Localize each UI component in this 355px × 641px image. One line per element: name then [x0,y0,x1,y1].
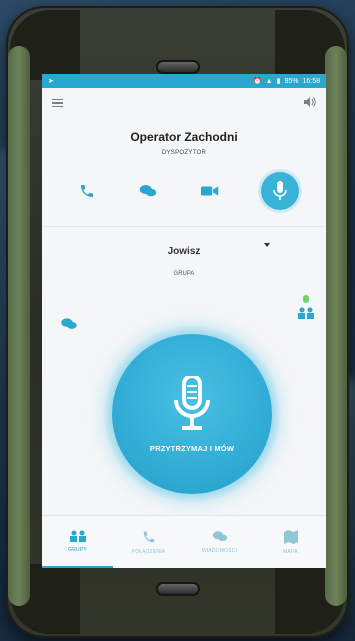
microphone-icon [174,375,210,430]
phone-icon[interactable] [77,181,97,201]
battery-icon: ▮ [276,78,281,85]
bluetooth-icon [303,295,309,303]
group-chat-icon[interactable] [60,317,78,336]
tab-messages[interactable]: WIADOMOŚCI [184,516,255,568]
contact-actions [42,172,326,210]
chat-icon [212,531,227,542]
earpiece-speaker [157,62,198,72]
app-bar [42,88,326,118]
group-dropdown[interactable]: Jowisz [42,241,326,259]
microphone-button[interactable] [261,172,300,210]
tab-label: GRUPY [68,546,87,553]
battery-level: 95% [284,77,299,85]
divider [42,226,326,227]
push-to-talk-button[interactable]: PRZYTRZYMAJ I MÓW [112,334,272,494]
menu-icon[interactable] [52,97,63,110]
chat-icon[interactable] [138,181,158,201]
contact-role: DYSPOZYTOR [161,150,207,156]
status-bar: ➤ ⏰ ▲ ▮ 95% 16:58 [42,74,326,88]
contact-header: Operator Zachodni DYSPOZYTOR [42,130,326,156]
microphone-icon [273,181,288,200]
tab-groups[interactable]: GRUPY [42,516,113,568]
group-icon [69,530,86,542]
tab-map[interactable]: MAPA [255,516,326,568]
phone-bumper-left [8,46,30,606]
phone-icon [143,531,154,542]
contact-name: Operator Zachodni [130,130,238,144]
signal-icon: ▲ [265,77,273,85]
bottom-speaker [157,584,198,594]
group-members-icon[interactable] [298,295,314,324]
clock: 16:58 [302,77,320,85]
tab-label: WIADOMOŚCI [201,548,238,554]
group-label: GRUPA [173,271,195,277]
phone-bumper-right [325,46,347,606]
map-icon [283,529,298,544]
alarm-icon: ⏰ [252,78,262,85]
phone-screen: ➤ ⏰ ▲ ▮ 95% 16:58 Operator Zachodni DYSP… [42,74,326,568]
speaker-volume-icon[interactable] [304,94,316,112]
group-name: Jowisz [167,246,201,257]
chevron-down-icon[interactable] [264,243,270,247]
bottom-tab-bar: GRUPY POŁĄCZENIA WIADOMOŚCI MAPA [42,515,326,568]
location-icon: ➤ [48,78,54,85]
tab-label: MAPA [283,548,298,555]
ptt-label: PRZYTRZYMAJ I MÓW [149,443,235,453]
tab-calls[interactable]: POŁĄCZENIA [113,516,184,568]
tab-label: POŁĄCZENIA [131,548,166,555]
video-icon[interactable] [200,181,220,201]
